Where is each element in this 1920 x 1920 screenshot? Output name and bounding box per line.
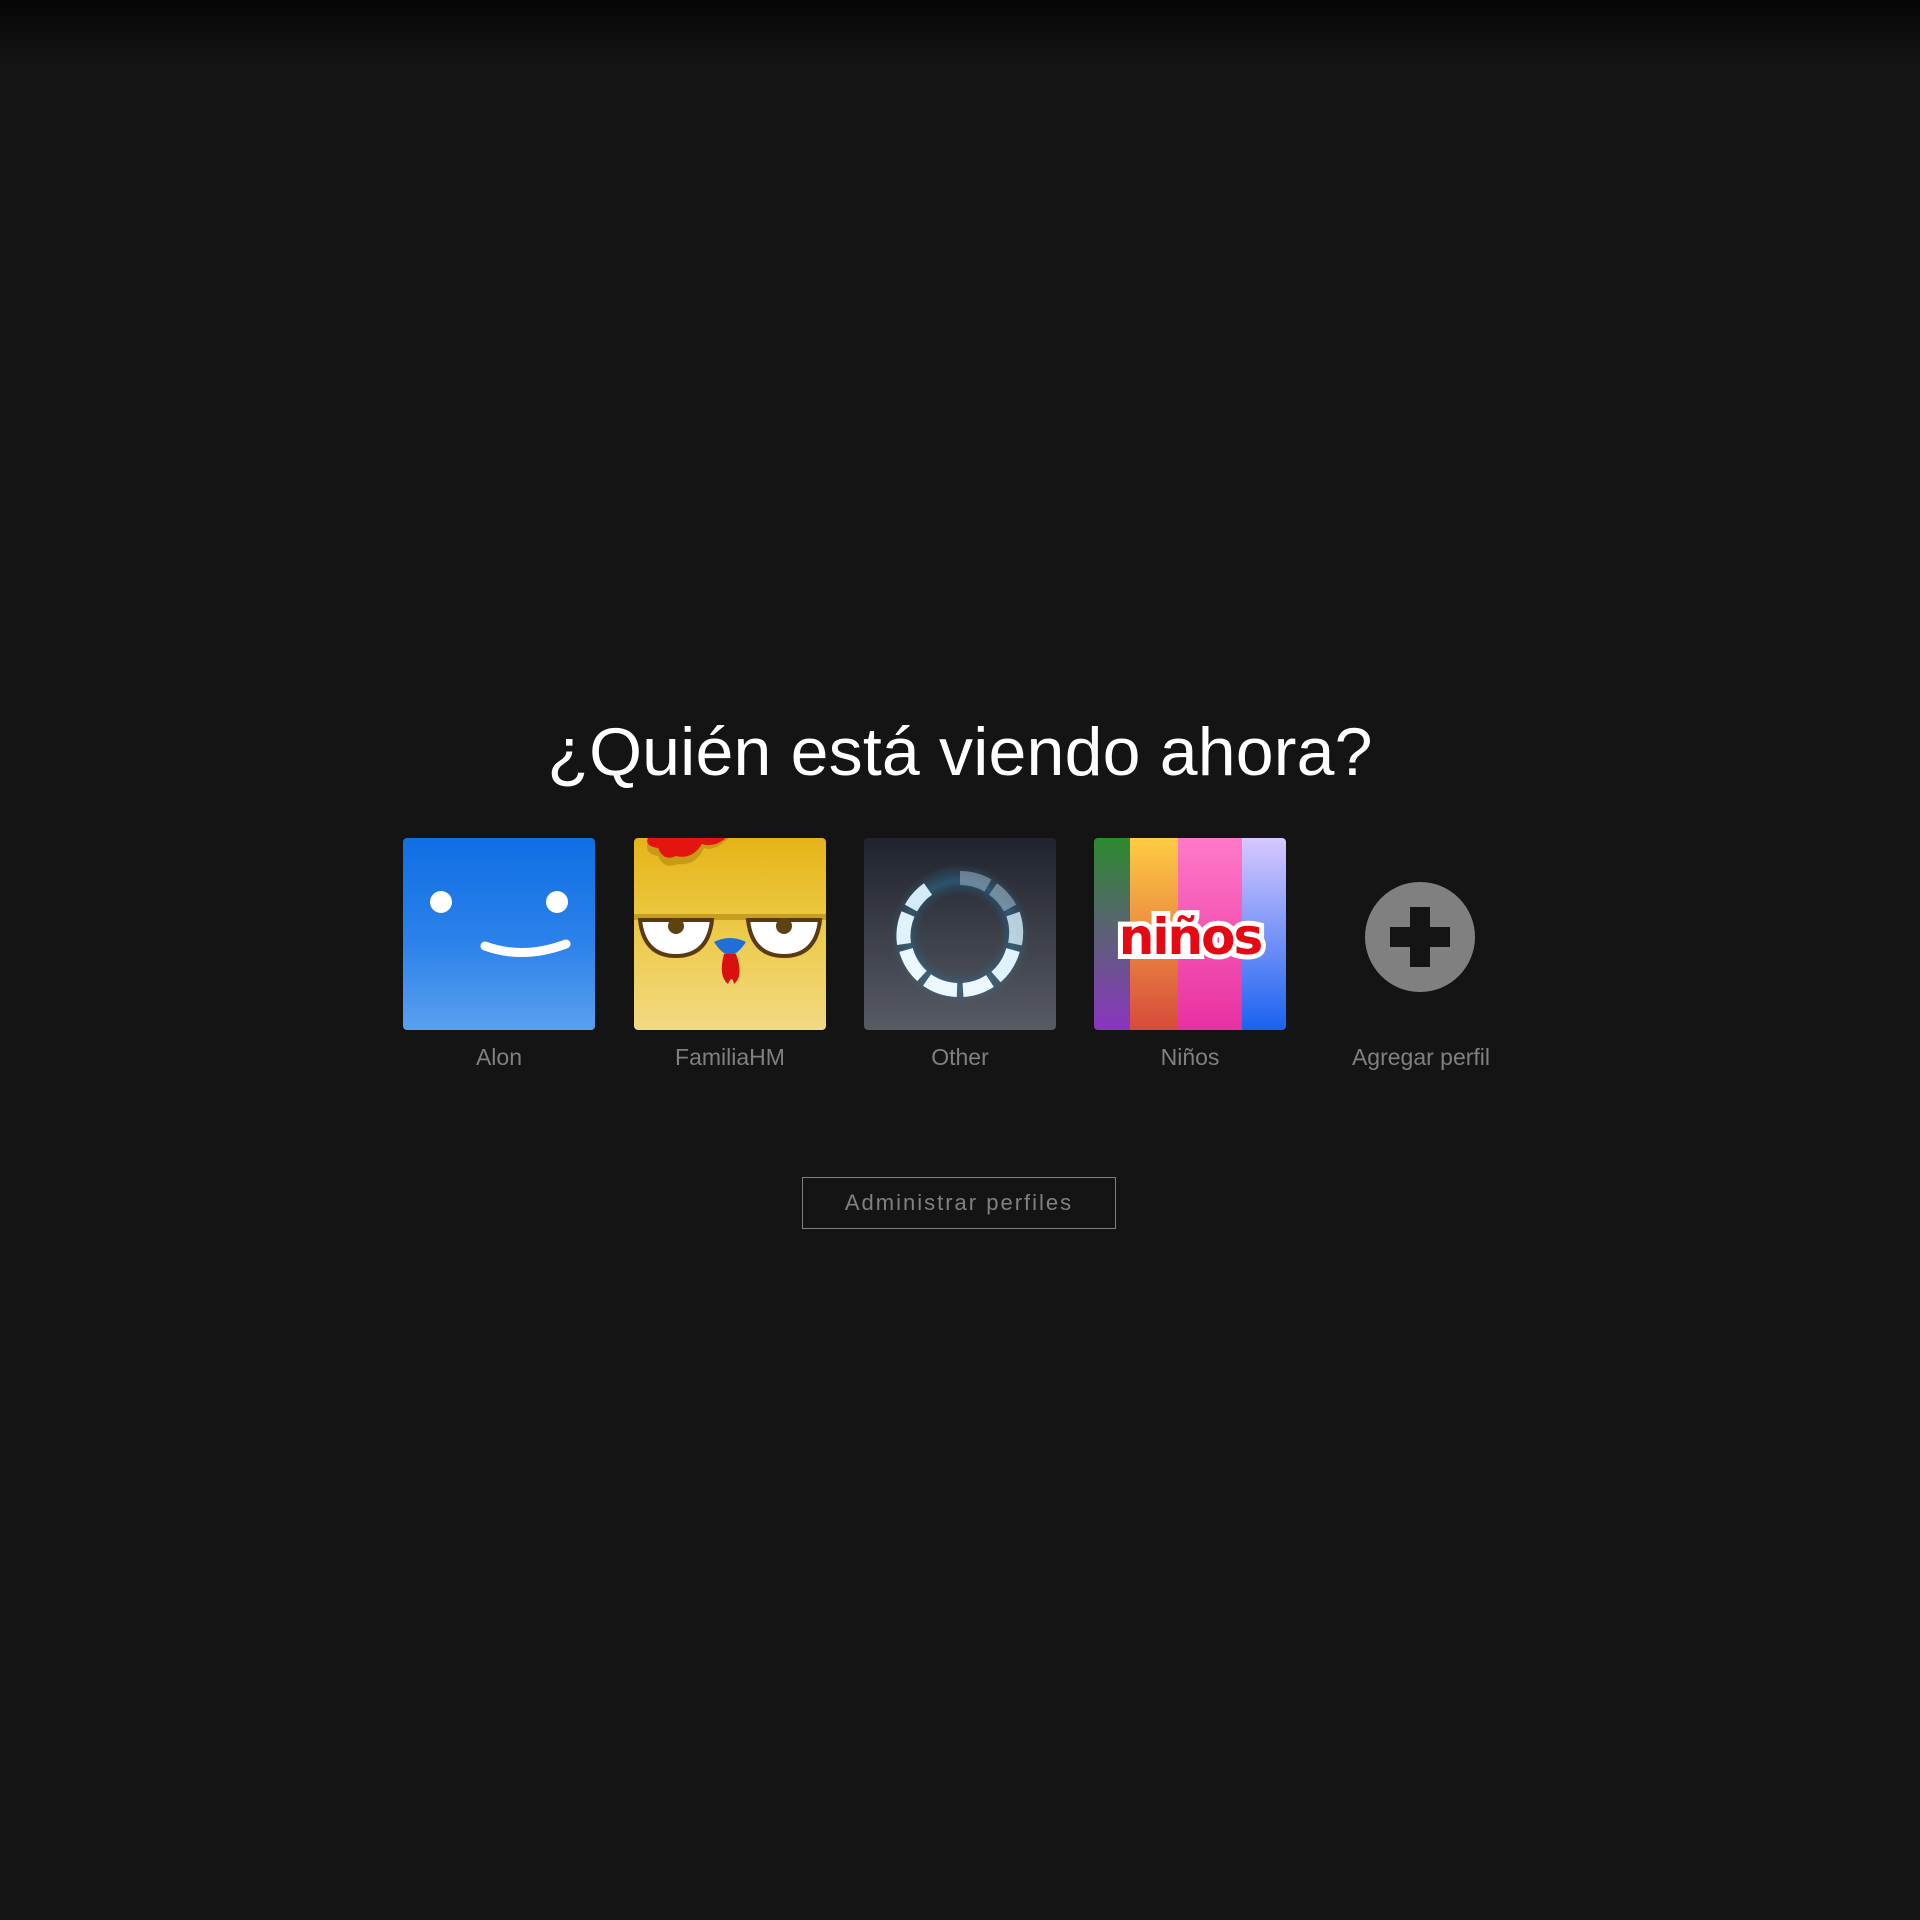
profile-list: Alon FamiliaHM Other niños Niños Agregar… [380, 838, 1540, 1078]
kids-stripes-icon[interactable]: niños [1094, 838, 1286, 1030]
profile-familiahm[interactable]: FamiliaHM [634, 838, 826, 1078]
loading-ring-icon[interactable] [864, 838, 1056, 1030]
profile-alon[interactable]: Alon [403, 838, 595, 1078]
profile-ninos[interactable]: niños Niños [1094, 838, 1286, 1078]
profile-other[interactable]: Other [864, 838, 1056, 1078]
profile-selection-page: ¿Quién está viendo ahora? Alon FamiliaHM… [0, 0, 1920, 1920]
profile-name: Agregar perfil [1351, 1044, 1491, 1070]
chicken-face-icon[interactable] [634, 838, 826, 1030]
top-gradient [0, 0, 1920, 60]
kids-logo-text: niños [1119, 908, 1262, 966]
add-profile[interactable]: Agregar perfil [1325, 838, 1517, 1078]
page-title: ¿Quién está viendo ahora? [547, 714, 1373, 790]
smiley-face-icon[interactable] [403, 838, 595, 1030]
manage-profiles-button[interactable]: Administrar perfiles [802, 1177, 1116, 1229]
add-plus-icon[interactable] [1325, 838, 1517, 1030]
